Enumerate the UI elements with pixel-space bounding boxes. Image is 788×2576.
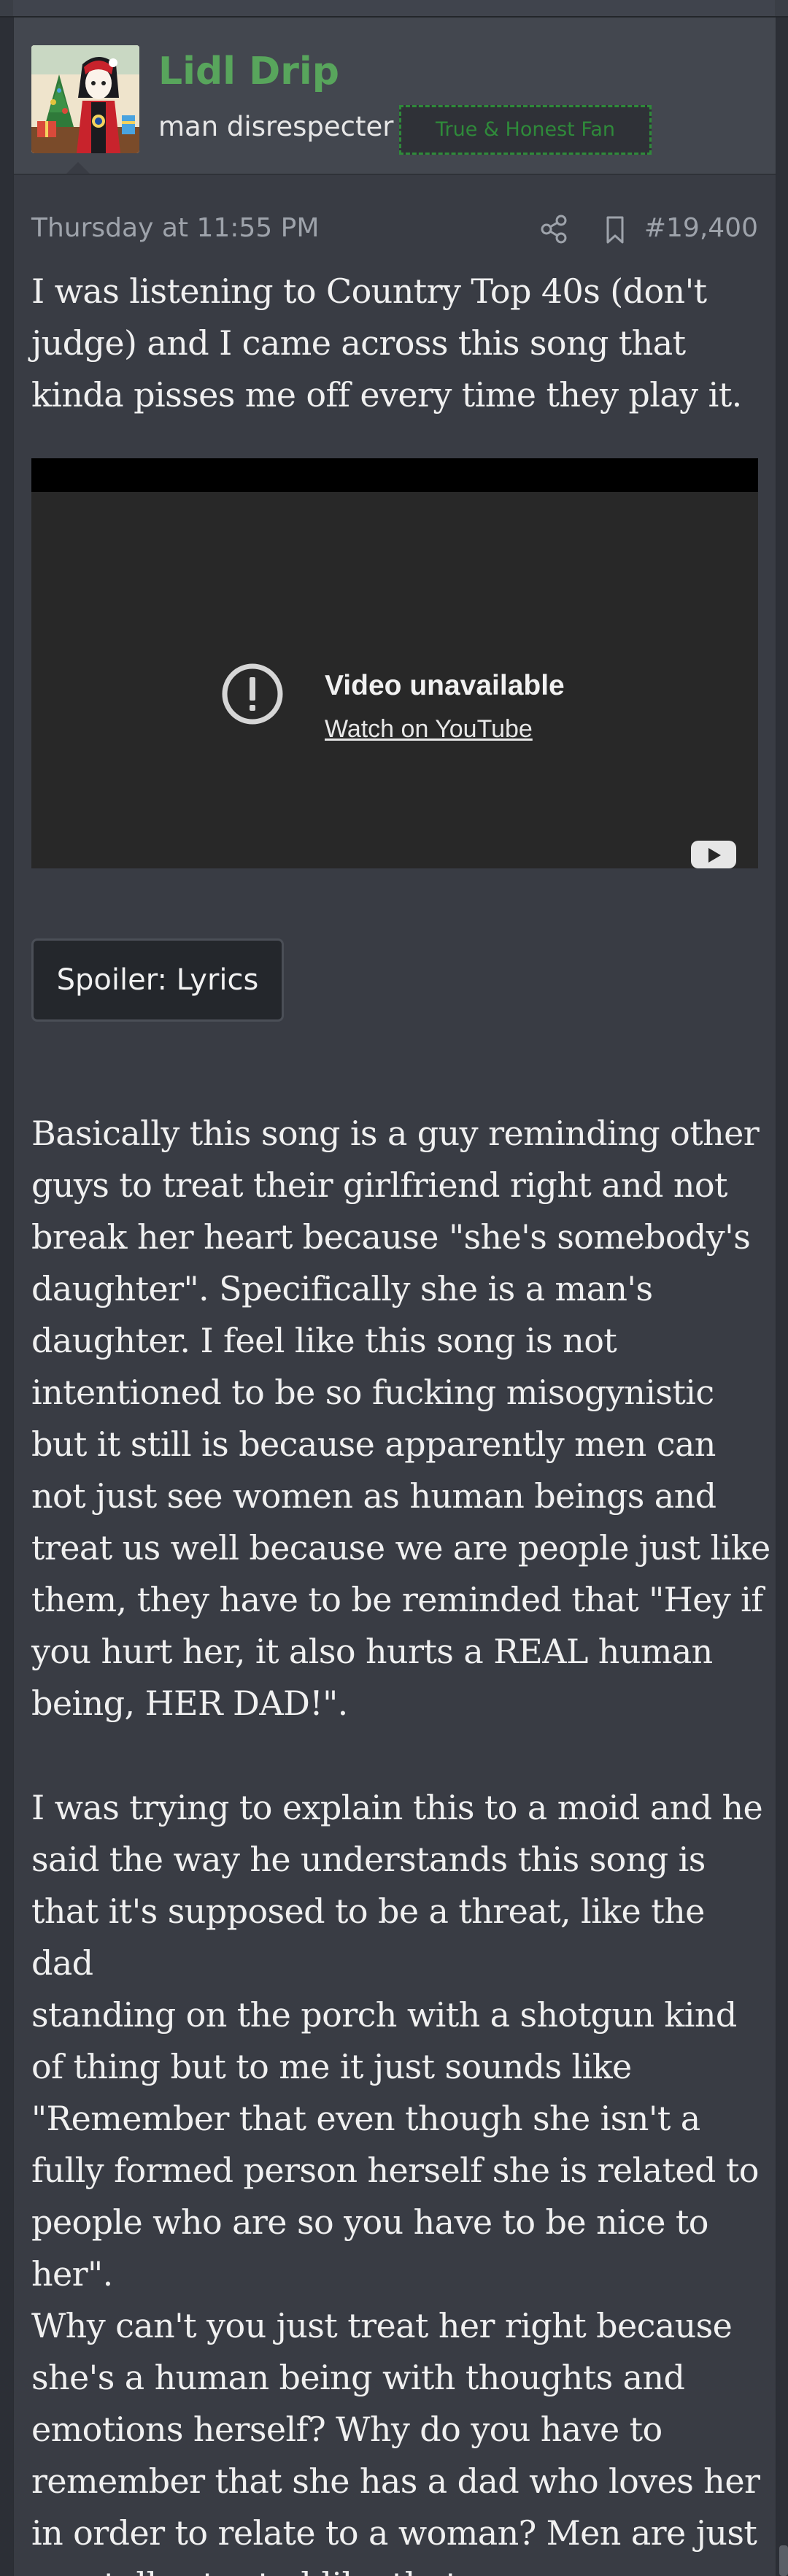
text-line: remember that she has a dad who loves he… [31, 2461, 760, 2501]
post-paragraph-2: Basically this song is a guy reminding o… [31, 1108, 776, 1729]
user-avatar[interactable] [31, 45, 139, 153]
video-top-bar [31, 458, 758, 492]
text-line: of thing but to me it just sounds like [31, 2047, 632, 2086]
user-title: man disrespecter [158, 111, 394, 142]
text-line: daughter". Specifically she is a man's [31, 1269, 653, 1308]
youtube-embed[interactable]: Video unavailable Watch on YouTube [31, 458, 758, 868]
text-line: daughter. I feel like this song is not [31, 1321, 617, 1360]
text-line: emotions herself? Why do you have to [31, 2410, 663, 2449]
text-line: kinda pisses me off every time they play… [31, 375, 742, 414]
text-line: you hurt her, it also hurts a REAL human [31, 1632, 713, 1671]
text-line: Basically this song is a guy reminding o… [31, 1114, 760, 1153]
text-line: "Remember that even though she isn't a [31, 2099, 700, 2138]
video-unavailable-message: Video unavailable [325, 670, 565, 701]
avatar-illustration [31, 45, 139, 153]
exclamation-circle-icon [221, 663, 284, 725]
user-banner: True & Honest Fan [399, 105, 652, 155]
text-line: said the way he understands this song is [31, 1840, 706, 1879]
text-line: break her heart because "she's somebody'… [31, 1217, 751, 1257]
post-meta-row: Thursday at 11:55 PM #19,400 [31, 209, 758, 252]
text-line: people who are so you have to be nice to [31, 2202, 709, 2242]
previous-post-edge [0, 0, 788, 18]
text-line: she's a human being with thoughts and [31, 2358, 685, 2397]
post-number-link[interactable]: #19,400 [644, 213, 758, 243]
post-paragraph-1: I was listening to Country Top 40s (don'… [31, 266, 776, 421]
username-link[interactable]: Lidl Drip [158, 50, 339, 93]
text-line: judge) and I came across this song that [31, 323, 686, 363]
thread-page: Lidl Drip man disrespecter True & Honest… [0, 0, 788, 2576]
text-line: I was listening to Country Top 40s (don'… [31, 271, 707, 311]
header-caret [66, 162, 90, 174]
text-line: Why can't you just treat her right becau… [31, 2306, 733, 2345]
text-line: standing on the porch with a shotgun kin… [31, 1995, 737, 2035]
text-line: guys to treat their girlfriend right and… [31, 1165, 727, 1205]
post-paragraph-4: Why can't you just treat her right becau… [31, 2300, 776, 2576]
post-timestamp-link[interactable]: Thursday at 11:55 PM [31, 213, 319, 243]
page-scrollbar[interactable] [779, 2545, 788, 2576]
youtube-logo-icon[interactable] [690, 836, 738, 868]
text-line: mentally stunted like that. [31, 2565, 469, 2576]
text-line: fully formed person herself she is relat… [31, 2151, 759, 2190]
text-line: not just see women as human beings and [31, 1476, 716, 1516]
text-line: that it's supposed to be a threat, like … [31, 1891, 705, 1983]
text-line: but it still is because apparently men c… [31, 1424, 716, 1464]
text-line: I was trying to explain this to a moid a… [31, 1788, 763, 1827]
post-paragraph-3: I was trying to explain this to a moid a… [31, 1782, 776, 2300]
bookmark-icon[interactable] [598, 212, 633, 247]
spoiler-button[interactable]: Spoiler: Lyrics [31, 938, 284, 1022]
share-icon[interactable] [536, 212, 571, 247]
post-user-header: Lidl Drip man disrespecter True & Honest… [14, 18, 776, 175]
text-line: her". [31, 2254, 113, 2294]
text-line: intentioned to be so fucking misogynisti… [31, 1373, 714, 1412]
text-line: in order to relate to a woman? Men are j… [31, 2513, 757, 2553]
text-line: treat us well because we are people just… [31, 1528, 770, 1567]
text-line: them, they have to be reminded that "Hey… [31, 1580, 763, 1619]
watch-on-youtube-link[interactable]: Watch on YouTube [325, 715, 533, 744]
text-line: being, HER DAD!". [31, 1684, 348, 1723]
forum-post: Lidl Drip man disrespecter True & Honest… [13, 18, 776, 2576]
